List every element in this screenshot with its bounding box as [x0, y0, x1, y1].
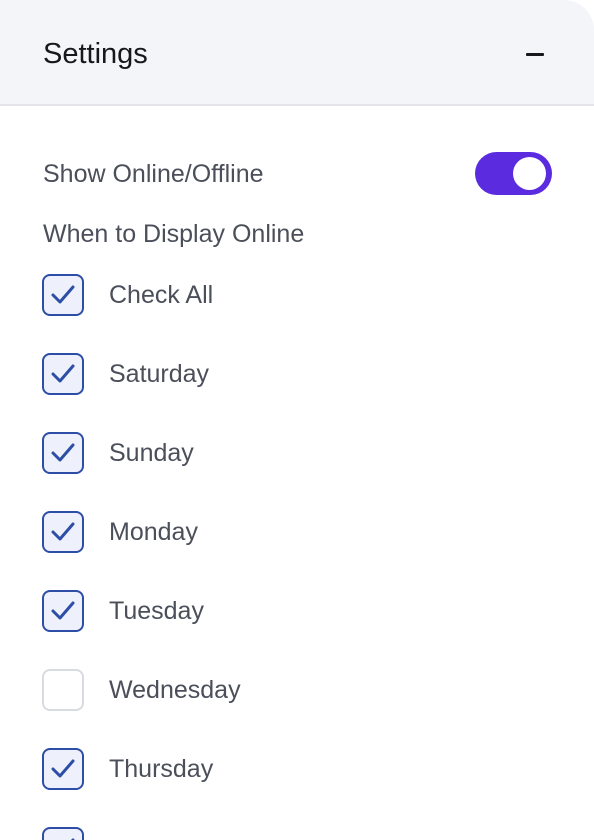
checkbox-label: Check All	[109, 281, 214, 309]
checkbox-row-sunday[interactable]: Sunday	[42, 432, 442, 478]
check-icon	[51, 759, 75, 778]
collapse-button[interactable]	[520, 38, 550, 68]
checkbox-row-thursday[interactable]: Thursday	[42, 748, 442, 794]
display-section-label: When to Display Online	[43, 220, 305, 248]
settings-panel: Settings Show Online/Offline When to Dis…	[0, 0, 594, 840]
minus-icon	[526, 53, 544, 56]
checkbox-label: Sunday	[109, 439, 194, 467]
checkbox-row-saturday[interactable]: Saturday	[42, 353, 442, 399]
check-icon	[51, 364, 75, 383]
check-icon	[51, 601, 75, 620]
settings-header: Settings	[0, 0, 594, 106]
checkbox-label: Tuesday	[109, 597, 204, 625]
checkbox[interactable]	[42, 432, 84, 474]
checkbox-row-monday[interactable]: Monday	[42, 511, 442, 557]
checkbox-label: Wednesday	[109, 676, 241, 704]
check-icon	[51, 285, 75, 304]
check-icon	[71, 838, 75, 840]
toggle-knob	[513, 157, 546, 190]
checkbox[interactable]	[42, 274, 84, 316]
checkbox[interactable]	[42, 827, 84, 840]
checkbox[interactable]	[42, 748, 84, 790]
checkbox-row-check-all[interactable]: Check All	[42, 274, 442, 320]
checkbox-label: Monday	[109, 518, 198, 546]
checkbox-row-friday[interactable]	[42, 827, 442, 840]
check-icon	[51, 443, 75, 462]
checkbox[interactable]	[42, 590, 84, 632]
checkbox-row-wednesday[interactable]: Wednesday	[42, 669, 442, 715]
check-icon	[51, 522, 75, 541]
checkbox[interactable]	[42, 353, 84, 395]
checkbox[interactable]	[42, 511, 84, 553]
settings-title: Settings	[43, 38, 148, 70]
checkbox-row-tuesday[interactable]: Tuesday	[42, 590, 442, 636]
online-toggle-label: Show Online/Offline	[43, 160, 264, 188]
online-toggle-switch[interactable]	[475, 152, 552, 195]
checkbox[interactable]	[42, 669, 84, 711]
checkbox-label: Saturday	[109, 360, 210, 388]
checkbox-label: Thursday	[109, 755, 214, 783]
